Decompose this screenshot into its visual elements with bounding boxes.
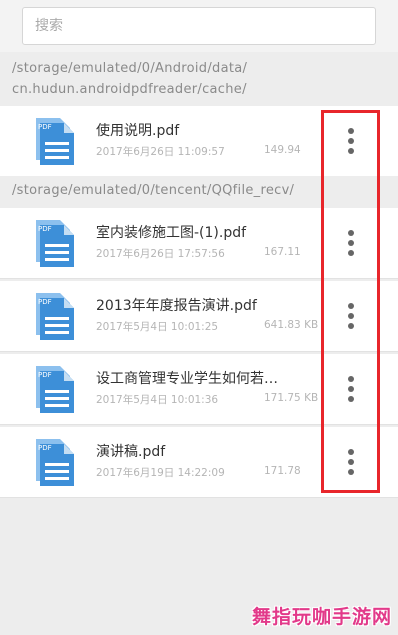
file-name: 2013年年度报告演讲.pdf: [96, 298, 257, 314]
file-row[interactable]: PDF 演讲稿.pdf 2017年6月19日 14:22:09 171.78: [0, 427, 398, 497]
pdf-label: PDF: [38, 225, 52, 233]
file-meta: 2017年6月26日 17:57:56 167.11: [96, 246, 312, 261]
file-meta: 2017年6月19日 14:22:09 171.78: [96, 465, 312, 480]
file-meta: 2017年5月4日 10:01:25 641.83 KB: [96, 319, 318, 334]
pdf-file-icon: PDF: [36, 293, 74, 340]
more-options-button[interactable]: [336, 442, 366, 482]
file-row[interactable]: PDF 2013年年度报告演讲.pdf 2017年5月4日 10:01:25 6…: [0, 281, 398, 351]
file-size: 167.11: [264, 246, 301, 258]
file-meta: 2017年5月4日 10:01:36 171.75 KB: [96, 392, 318, 407]
file-size: 171.75 KB: [264, 392, 319, 404]
file-name: 设工商管理专业学生如何若…: [96, 371, 278, 387]
file-row[interactable]: PDF 使用说明.pdf 2017年6月26日 11:09:57 149.94: [0, 106, 398, 176]
path-header-cache: /storage/emulated/0/Android/data/ cn.hud…: [0, 58, 398, 100]
file-date: 2017年5月4日 10:01:36: [96, 394, 219, 406]
divider: [0, 424, 398, 425]
file-row[interactable]: PDF 室内装修施工图-(1).pdf 2017年6月26日 17:57:56 …: [0, 208, 398, 278]
file-date: 2017年6月19日 14:22:09: [96, 467, 225, 479]
divider: [0, 351, 398, 352]
file-date: 2017年6月26日 17:57:56: [96, 248, 225, 260]
file-name: 室内装修施工图-(1).pdf: [96, 225, 247, 241]
pdf-file-icon: PDF: [36, 118, 74, 165]
pdf-label: PDF: [38, 371, 52, 379]
pdf-file-icon: PDF: [36, 439, 74, 486]
divider: [0, 497, 398, 498]
path-header-qqfile: /storage/emulated/0/tencent/QQfile_recv/: [0, 180, 398, 201]
more-options-button[interactable]: [336, 121, 366, 161]
file-size: 149.94: [264, 144, 301, 156]
file-date: 2017年5月4日 10:01:25: [96, 321, 219, 333]
file-size: 171.78: [264, 465, 301, 477]
pdf-file-icon: PDF: [36, 220, 74, 267]
path-line: /storage/emulated/0/tencent/QQfile_recv/: [12, 183, 295, 198]
more-options-button[interactable]: [336, 223, 366, 263]
more-options-button[interactable]: [336, 369, 366, 409]
file-meta: 2017年6月26日 11:09:57 149.94: [96, 144, 312, 159]
pdf-file-icon: PDF: [36, 366, 74, 413]
more-options-button[interactable]: [336, 296, 366, 336]
file-name: 使用说明.pdf: [96, 123, 180, 139]
pdf-label: PDF: [38, 298, 52, 306]
path-line: /storage/emulated/0/Android/data/: [12, 61, 248, 76]
file-size: 641.83 KB: [264, 319, 319, 331]
search-input[interactable]: [22, 7, 376, 45]
pdf-label: PDF: [38, 123, 52, 131]
watermark: 舞指玩咖手游网: [251, 606, 392, 628]
file-name: 演讲稿.pdf: [96, 444, 166, 460]
pdf-label: PDF: [38, 444, 52, 452]
search-bar: [0, 0, 398, 52]
file-row[interactable]: PDF 设工商管理专业学生如何若… 2017年5月4日 10:01:36 171…: [0, 354, 398, 424]
file-date: 2017年6月26日 11:09:57: [96, 146, 225, 158]
divider: [0, 278, 398, 279]
path-line: cn.hudun.androidpdfreader/cache/: [12, 82, 247, 97]
